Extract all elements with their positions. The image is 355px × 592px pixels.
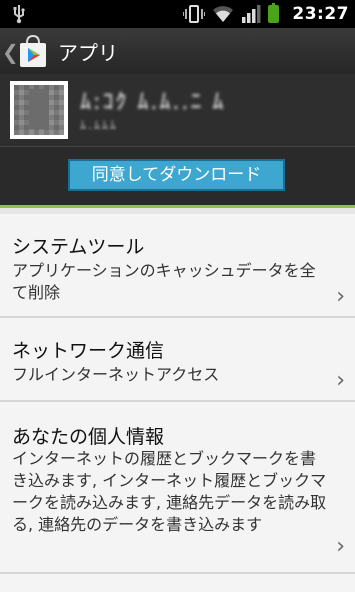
chevron-right-icon: › bbox=[336, 534, 345, 559]
chevron-right-icon: › bbox=[336, 368, 345, 393]
vibrate-icon bbox=[183, 5, 206, 23]
permission-title: あなたの個人情報 bbox=[12, 426, 165, 448]
status-bar: 23:27 bbox=[0, 0, 355, 28]
permission-title: ネットワーク通信 bbox=[12, 340, 165, 362]
permission-item-network[interactable]: ネットワーク通信 フルインターネットアクセス › bbox=[0, 318, 355, 402]
battery-icon bbox=[268, 3, 280, 23]
chevron-right-icon: › bbox=[336, 284, 345, 309]
button-bar: 同意してダウンロード bbox=[0, 146, 355, 207]
action-bar: ❮ アプリ bbox=[0, 28, 355, 75]
permission-description: インターネットの履歴とブックマークを書き込みます, インターネット履歴とブックマ… bbox=[12, 449, 327, 534]
app-header: ﾑ:ｺｸ ﾑ.ﾑ..ﾆ ﾑ ﾑ.ﾑﾑﾑ bbox=[0, 74, 355, 146]
app-name: ﾑ:ｺｸ ﾑ.ﾑ..ﾆ ﾑ bbox=[80, 90, 226, 115]
signal-icon bbox=[242, 5, 261, 23]
play-store-bag-icon[interactable] bbox=[17, 33, 49, 69]
app-developer: ﾑ.ﾑﾑﾑ bbox=[80, 118, 118, 132]
app-icon bbox=[10, 81, 68, 139]
wifi-icon bbox=[213, 6, 234, 22]
permission-title: システムツール bbox=[12, 236, 145, 258]
agree-and-download-button[interactable]: 同意してダウンロード bbox=[68, 159, 285, 191]
usb-icon bbox=[13, 5, 25, 24]
permission-item-personal-info[interactable]: あなたの個人情報 インターネットの履歴とブックマークを書き込みます, インターネ… bbox=[0, 402, 355, 574]
action-bar-title: アプリ bbox=[58, 41, 118, 65]
permissions-list[interactable]: システムツール アプリケーションのキャッシュデータを全て削除 › ネットワーク通… bbox=[0, 208, 355, 592]
status-icons: 23:27 bbox=[183, 3, 349, 25]
clock: 23:27 bbox=[292, 4, 349, 24]
permission-description: フルインターネットアクセス bbox=[12, 365, 220, 384]
permission-item-system-tools[interactable]: システムツール アプリケーションのキャッシュデータを全て削除 › bbox=[0, 214, 355, 318]
permission-description: アプリケーションのキャッシュデータを全て削除 bbox=[12, 261, 316, 302]
